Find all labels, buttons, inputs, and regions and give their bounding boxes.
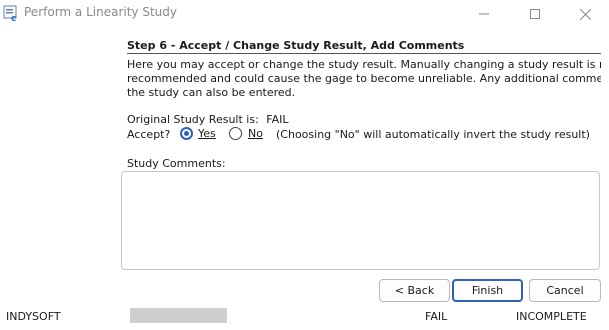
status-company: INDYSOFT (6, 310, 61, 323)
cancel-button[interactable]: Cancel (529, 279, 601, 302)
accept-label: Accept? (127, 128, 171, 141)
description-line: recommended and could cause the gage to … (127, 72, 601, 85)
maximize-button[interactable] (512, 0, 558, 28)
close-icon (579, 8, 591, 20)
accept-no-radio[interactable] (229, 127, 242, 140)
back-button-label: < Back (394, 284, 435, 297)
minimize-button[interactable] (461, 0, 507, 28)
finish-button-label: Finish (471, 284, 504, 297)
original-result-row: Original Study Result is: FAIL (127, 113, 289, 126)
svg-text:c: c (11, 14, 16, 22)
study-comments-textarea[interactable] (121, 171, 600, 270)
step-divider (127, 53, 601, 54)
maximize-icon (530, 9, 540, 19)
accept-note: (Choosing "No" will automatically invert… (276, 128, 590, 141)
status-progress-bar (130, 308, 227, 323)
app-icon: c (3, 5, 17, 22)
accept-yes-radio[interactable] (180, 127, 193, 140)
step-title: Step 6 - Accept / Change Study Result, A… (127, 39, 465, 52)
close-button[interactable] (562, 0, 608, 28)
title-bar: c Perform a Linearity Study (0, 0, 609, 28)
comments-label: Study Comments: (127, 157, 226, 170)
description-line: Here you may accept or change the study … (127, 58, 601, 71)
original-result-value: FAIL (266, 113, 289, 126)
back-button[interactable]: < Back (379, 279, 450, 302)
step-description: Here you may accept or change the study … (127, 58, 601, 100)
finish-button[interactable]: Finish (452, 279, 523, 302)
cancel-button-label: Cancel (546, 284, 584, 297)
window-title: Perform a Linearity Study (24, 5, 177, 19)
description-line: the study can also be entered. (127, 86, 296, 99)
status-result: FAIL (425, 310, 448, 323)
accept-yes-label[interactable]: Yes (198, 127, 216, 140)
accept-no-label[interactable]: No (248, 127, 263, 140)
status-state: INCOMPLETE (516, 310, 587, 323)
original-result-label: Original Study Result is: (127, 113, 259, 126)
minimize-icon (479, 13, 489, 15)
